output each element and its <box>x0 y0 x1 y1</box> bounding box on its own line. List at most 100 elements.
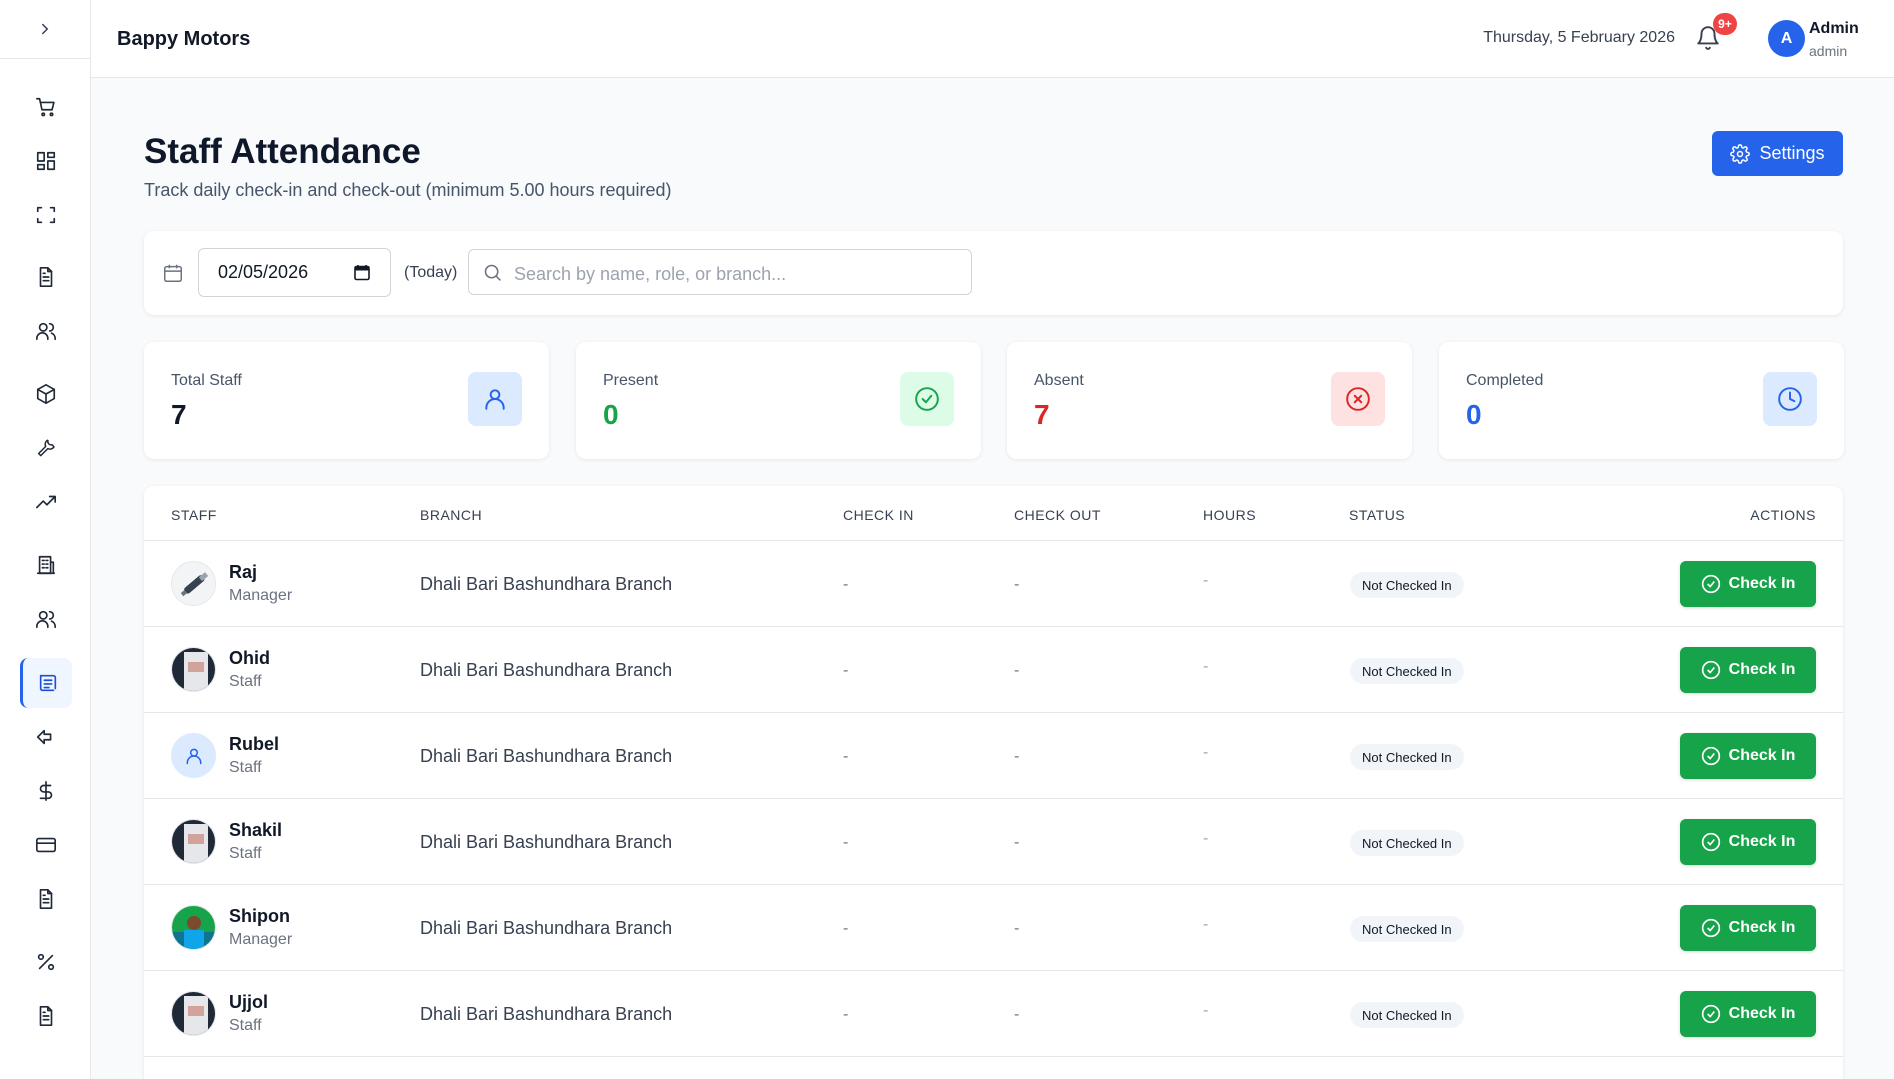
staff-name: Raj <box>229 562 258 582</box>
sidebar-item-documents[interactable] <box>20 252 72 302</box>
check-in-button[interactable]: Check In <box>1680 733 1816 779</box>
check-in-button[interactable]: Check In <box>1680 647 1816 693</box>
sidebar-item-reports[interactable] <box>20 477 72 527</box>
staff-branch: Dhali Bari Bashundhara Branch <box>420 832 673 852</box>
avatar <box>171 647 216 692</box>
sidebar-item-services[interactable] <box>20 423 72 473</box>
calendar-picker-icon[interactable] <box>354 264 370 281</box>
box-icon <box>36 384 56 404</box>
stat-card-absent: Absent 7 <box>1007 342 1412 459</box>
check-in-button-label: Check In <box>1728 833 1796 850</box>
sidebar-item-returns[interactable] <box>20 712 72 762</box>
notifications-button[interactable]: 9+ <box>1695 13 1737 53</box>
table-row: Shipon Manager Dhali Bari Bashundhara Br… <box>144 885 1843 971</box>
avatar <box>171 561 216 606</box>
sidebar-item-staff[interactable] <box>20 594 72 644</box>
document-icon <box>39 267 53 287</box>
column-header-hours: HOURS <box>1203 507 1257 523</box>
check-circle-icon <box>1701 574 1720 594</box>
check-out-time: - <box>1014 748 1020 765</box>
check-in-button-label: Check In <box>1728 661 1796 678</box>
stat-label: Total Staff <box>171 372 242 389</box>
notification-count-badge: 9+ <box>1713 13 1737 35</box>
user-icon <box>468 372 522 426</box>
check-in-button[interactable]: Check In <box>1680 819 1816 865</box>
top-bar: Bappy Motors Thursday, 5 February 2026 9… <box>91 0 1894 78</box>
stat-label: Completed <box>1466 372 1544 389</box>
sidebar-item-finance[interactable] <box>20 766 72 816</box>
search-icon <box>484 264 501 281</box>
hours-worked: - <box>1203 744 1209 761</box>
staff-branch: Dhali Bari Bashundhara Branch <box>420 660 673 680</box>
filter-bar: 02/05/2026 (Today) Search by name, role,… <box>144 231 1843 315</box>
check-circle-icon <box>900 372 954 426</box>
date-picker-input[interactable]: 02/05/2026 <box>198 248 391 297</box>
status-badge: Not Checked In <box>1350 658 1464 684</box>
status-badge: Not Checked In <box>1350 744 1464 770</box>
table-row: Shakil Staff Dhali Bari Bashundhara Bran… <box>144 799 1843 885</box>
user-avatar[interactable]: A <box>1768 20 1805 57</box>
sidebar-item-attendance[interactable] <box>20 658 72 708</box>
stat-value: 0 <box>1466 399 1482 430</box>
check-in-time: - <box>843 576 849 593</box>
sidebar-item-inventory[interactable] <box>20 369 72 419</box>
sidebar-item-logs[interactable] <box>20 991 72 1041</box>
sidebar-item-payments[interactable] <box>20 820 72 870</box>
attendance-table: STAFF BRANCH CHECK IN CHECK OUT HOURS ST… <box>144 486 1843 1079</box>
sidebar-toggle-button[interactable] <box>0 0 90 59</box>
column-header-actions: ACTIONS <box>1750 507 1816 523</box>
avatar <box>171 991 216 1036</box>
check-in-time: - <box>843 834 849 851</box>
stat-card-completed: Completed 0 <box>1439 342 1844 459</box>
staff-role: Manager <box>229 587 293 604</box>
trending-up-icon <box>36 495 56 509</box>
staff-name: Ujjol <box>229 992 268 1012</box>
check-out-time: - <box>1014 834 1020 851</box>
gear-icon <box>1730 143 1751 164</box>
sidebar-item-invoices[interactable] <box>20 874 72 924</box>
sidebar-item-cart[interactable] <box>20 82 72 132</box>
stat-value: 7 <box>1034 399 1050 430</box>
staff-role: Staff <box>229 759 262 776</box>
calendar-icon <box>162 262 184 284</box>
staff-name: Shakil <box>229 820 283 840</box>
check-in-time: - <box>843 662 849 679</box>
staff-branch: Dhali Bari Bashundhara Branch <box>420 1004 673 1024</box>
sidebar-item-customers[interactable] <box>20 306 72 356</box>
x-circle-icon <box>1331 372 1385 426</box>
today-label: (Today) <box>404 264 458 281</box>
staff-role: Manager <box>229 931 293 948</box>
hours-worked: - <box>1203 658 1209 675</box>
hours-worked: - <box>1203 916 1209 933</box>
stat-card-total-staff: Total Staff 7 <box>144 342 549 459</box>
staff-branch: Dhali Bari Bashundhara Branch <box>420 574 673 594</box>
status-badge: Not Checked In <box>1350 916 1464 942</box>
check-circle-icon <box>1701 746 1720 766</box>
check-in-button[interactable]: Check In <box>1680 905 1816 951</box>
brand-name: Bappy Motors <box>117 28 251 50</box>
check-in-button[interactable]: Check In <box>1680 561 1816 607</box>
sidebar-item-dashboard[interactable] <box>20 136 72 186</box>
wrench-icon <box>37 439 55 457</box>
settings-button[interactable]: Settings <box>1712 131 1843 176</box>
table-row: Ujjol Staff Dhali Bari Bashundhara Branc… <box>144 971 1843 1057</box>
settings-button-label: Settings <box>1759 143 1825 163</box>
attendance-icon <box>39 674 56 692</box>
hours-worked: - <box>1203 830 1209 847</box>
check-in-button[interactable]: Check In <box>1680 991 1816 1037</box>
credit-card-icon <box>36 837 56 853</box>
check-in-time: - <box>843 1006 849 1023</box>
sidebar-item-discounts[interactable] <box>20 937 72 987</box>
check-circle-icon <box>1701 1004 1720 1024</box>
sidebar-item-branches[interactable] <box>20 540 72 590</box>
user-name[interactable]: Admin <box>1809 20 1859 38</box>
sidebar-item-scan[interactable] <box>20 190 72 240</box>
document-icon <box>39 889 53 909</box>
table-row: Ohid Staff Dhali Bari Bashundhara Branch… <box>144 627 1843 713</box>
scan-icon <box>36 206 56 224</box>
column-header-check-in: CHECK IN <box>843 507 914 523</box>
avatar <box>171 819 216 864</box>
check-out-time: - <box>1014 920 1020 937</box>
search-input[interactable]: Search by name, role, or branch... <box>468 249 972 295</box>
column-header-status: STATUS <box>1349 507 1406 523</box>
